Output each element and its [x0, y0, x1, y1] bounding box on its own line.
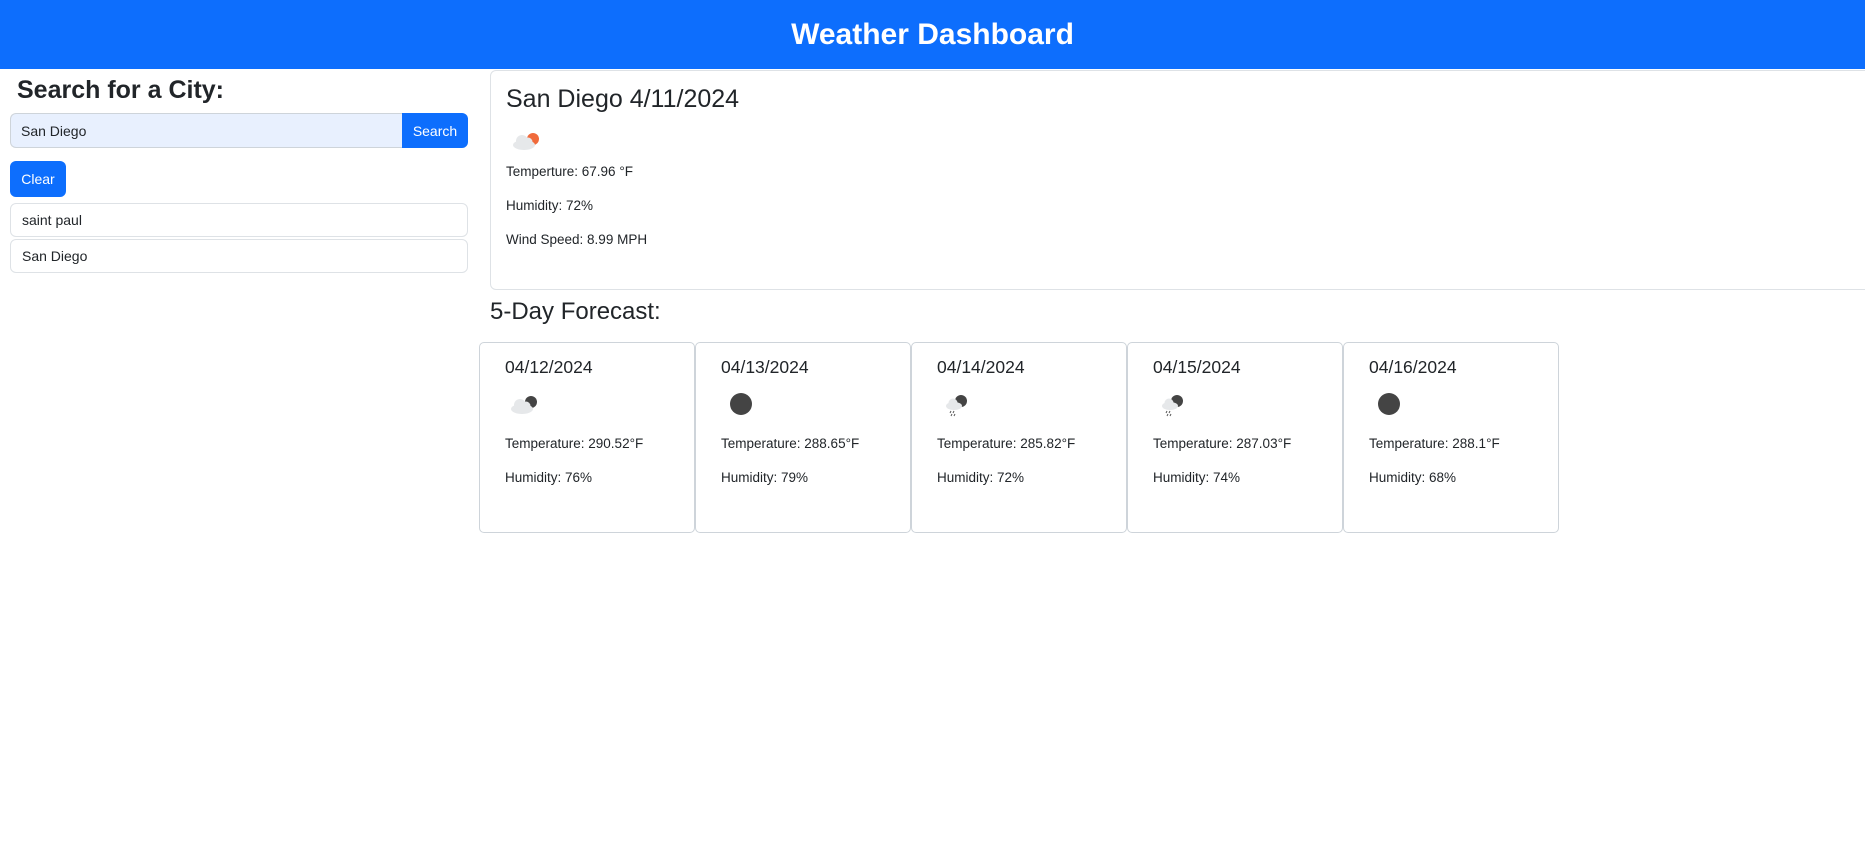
forecast-date: 04/16/2024: [1369, 357, 1457, 377]
cloud-moon-rain-icon: [937, 388, 977, 420]
moon-icon: [1369, 388, 1409, 420]
search-row: Search: [10, 113, 468, 148]
forecast-card: 04/12/2024 Temperature: 290.52°F Humidit…: [479, 342, 695, 533]
current-weather-card: San Diego 4/11/2024 Temperture: 67.96 °F…: [490, 70, 1865, 290]
app-header: Weather Dashboard: [0, 0, 1865, 69]
forecast-temperature: Temperature: 287.03°F: [1153, 436, 1292, 451]
city-search-input[interactable]: [10, 113, 402, 148]
cloud-moon-rain-icon: [1153, 388, 1193, 420]
forecast-date: 04/12/2024: [505, 357, 593, 377]
history-item-saint-paul[interactable]: saint paul: [10, 203, 468, 237]
cloud-sun-icon: [506, 124, 546, 156]
search-button[interactable]: Search: [402, 113, 468, 148]
forecast-date: 04/15/2024: [1153, 357, 1241, 377]
forecast-card: 04/15/2024 Temperature: 287.03°F Humidit…: [1127, 342, 1343, 533]
forecast-humidity: Humidity: 74%: [1153, 470, 1241, 485]
current-wind-speed: Wind Speed: 8.99 MPH: [506, 232, 648, 247]
forecast-temperature: Temperature: 288.65°F: [721, 436, 860, 451]
forecast-card: 04/14/2024 Temperature: 285.82°F Humidit…: [911, 342, 1127, 533]
search-history: saint paul San Diego: [10, 203, 468, 273]
forecast-card: 04/13/2024 Temperature: 288.65°F Humidit…: [695, 342, 911, 533]
cloud-moon-icon: [505, 388, 545, 420]
search-sidebar: Search for a City: Search Clear saint pa…: [10, 76, 468, 275]
current-temperature: Temperture: 67.96 °F: [506, 164, 633, 179]
search-heading: Search for a City:: [17, 76, 225, 104]
forecast-card: 04/16/2024 Temperature: 288.1°F Humidity…: [1343, 342, 1559, 533]
history-item-san-diego[interactable]: San Diego: [10, 239, 468, 273]
forecast-temperature: Temperature: 285.82°F: [937, 436, 1076, 451]
forecast-temperature: Temperature: 288.1°F: [1369, 436, 1500, 451]
current-city-date: San Diego 4/11/2024: [506, 85, 740, 113]
forecast-humidity: Humidity: 79%: [721, 470, 809, 485]
forecast-date: 04/13/2024: [721, 357, 809, 377]
forecast-date: 04/14/2024: [937, 357, 1025, 377]
app-title: Weather Dashboard: [791, 17, 1074, 51]
clear-button[interactable]: Clear: [10, 161, 66, 197]
forecast-heading: 5-Day Forecast:: [490, 298, 661, 325]
forecast-humidity: Humidity: 72%: [937, 470, 1025, 485]
forecast-humidity: Humidity: 76%: [505, 470, 593, 485]
forecast-cards: 04/12/2024 Temperature: 290.52°F Humidit…: [479, 342, 1559, 533]
forecast-temperature: Temperature: 290.52°F: [505, 436, 644, 451]
forecast-humidity: Humidity: 68%: [1369, 470, 1457, 485]
moon-icon: [721, 388, 761, 420]
current-humidity: Humidity: 72%: [506, 198, 594, 213]
